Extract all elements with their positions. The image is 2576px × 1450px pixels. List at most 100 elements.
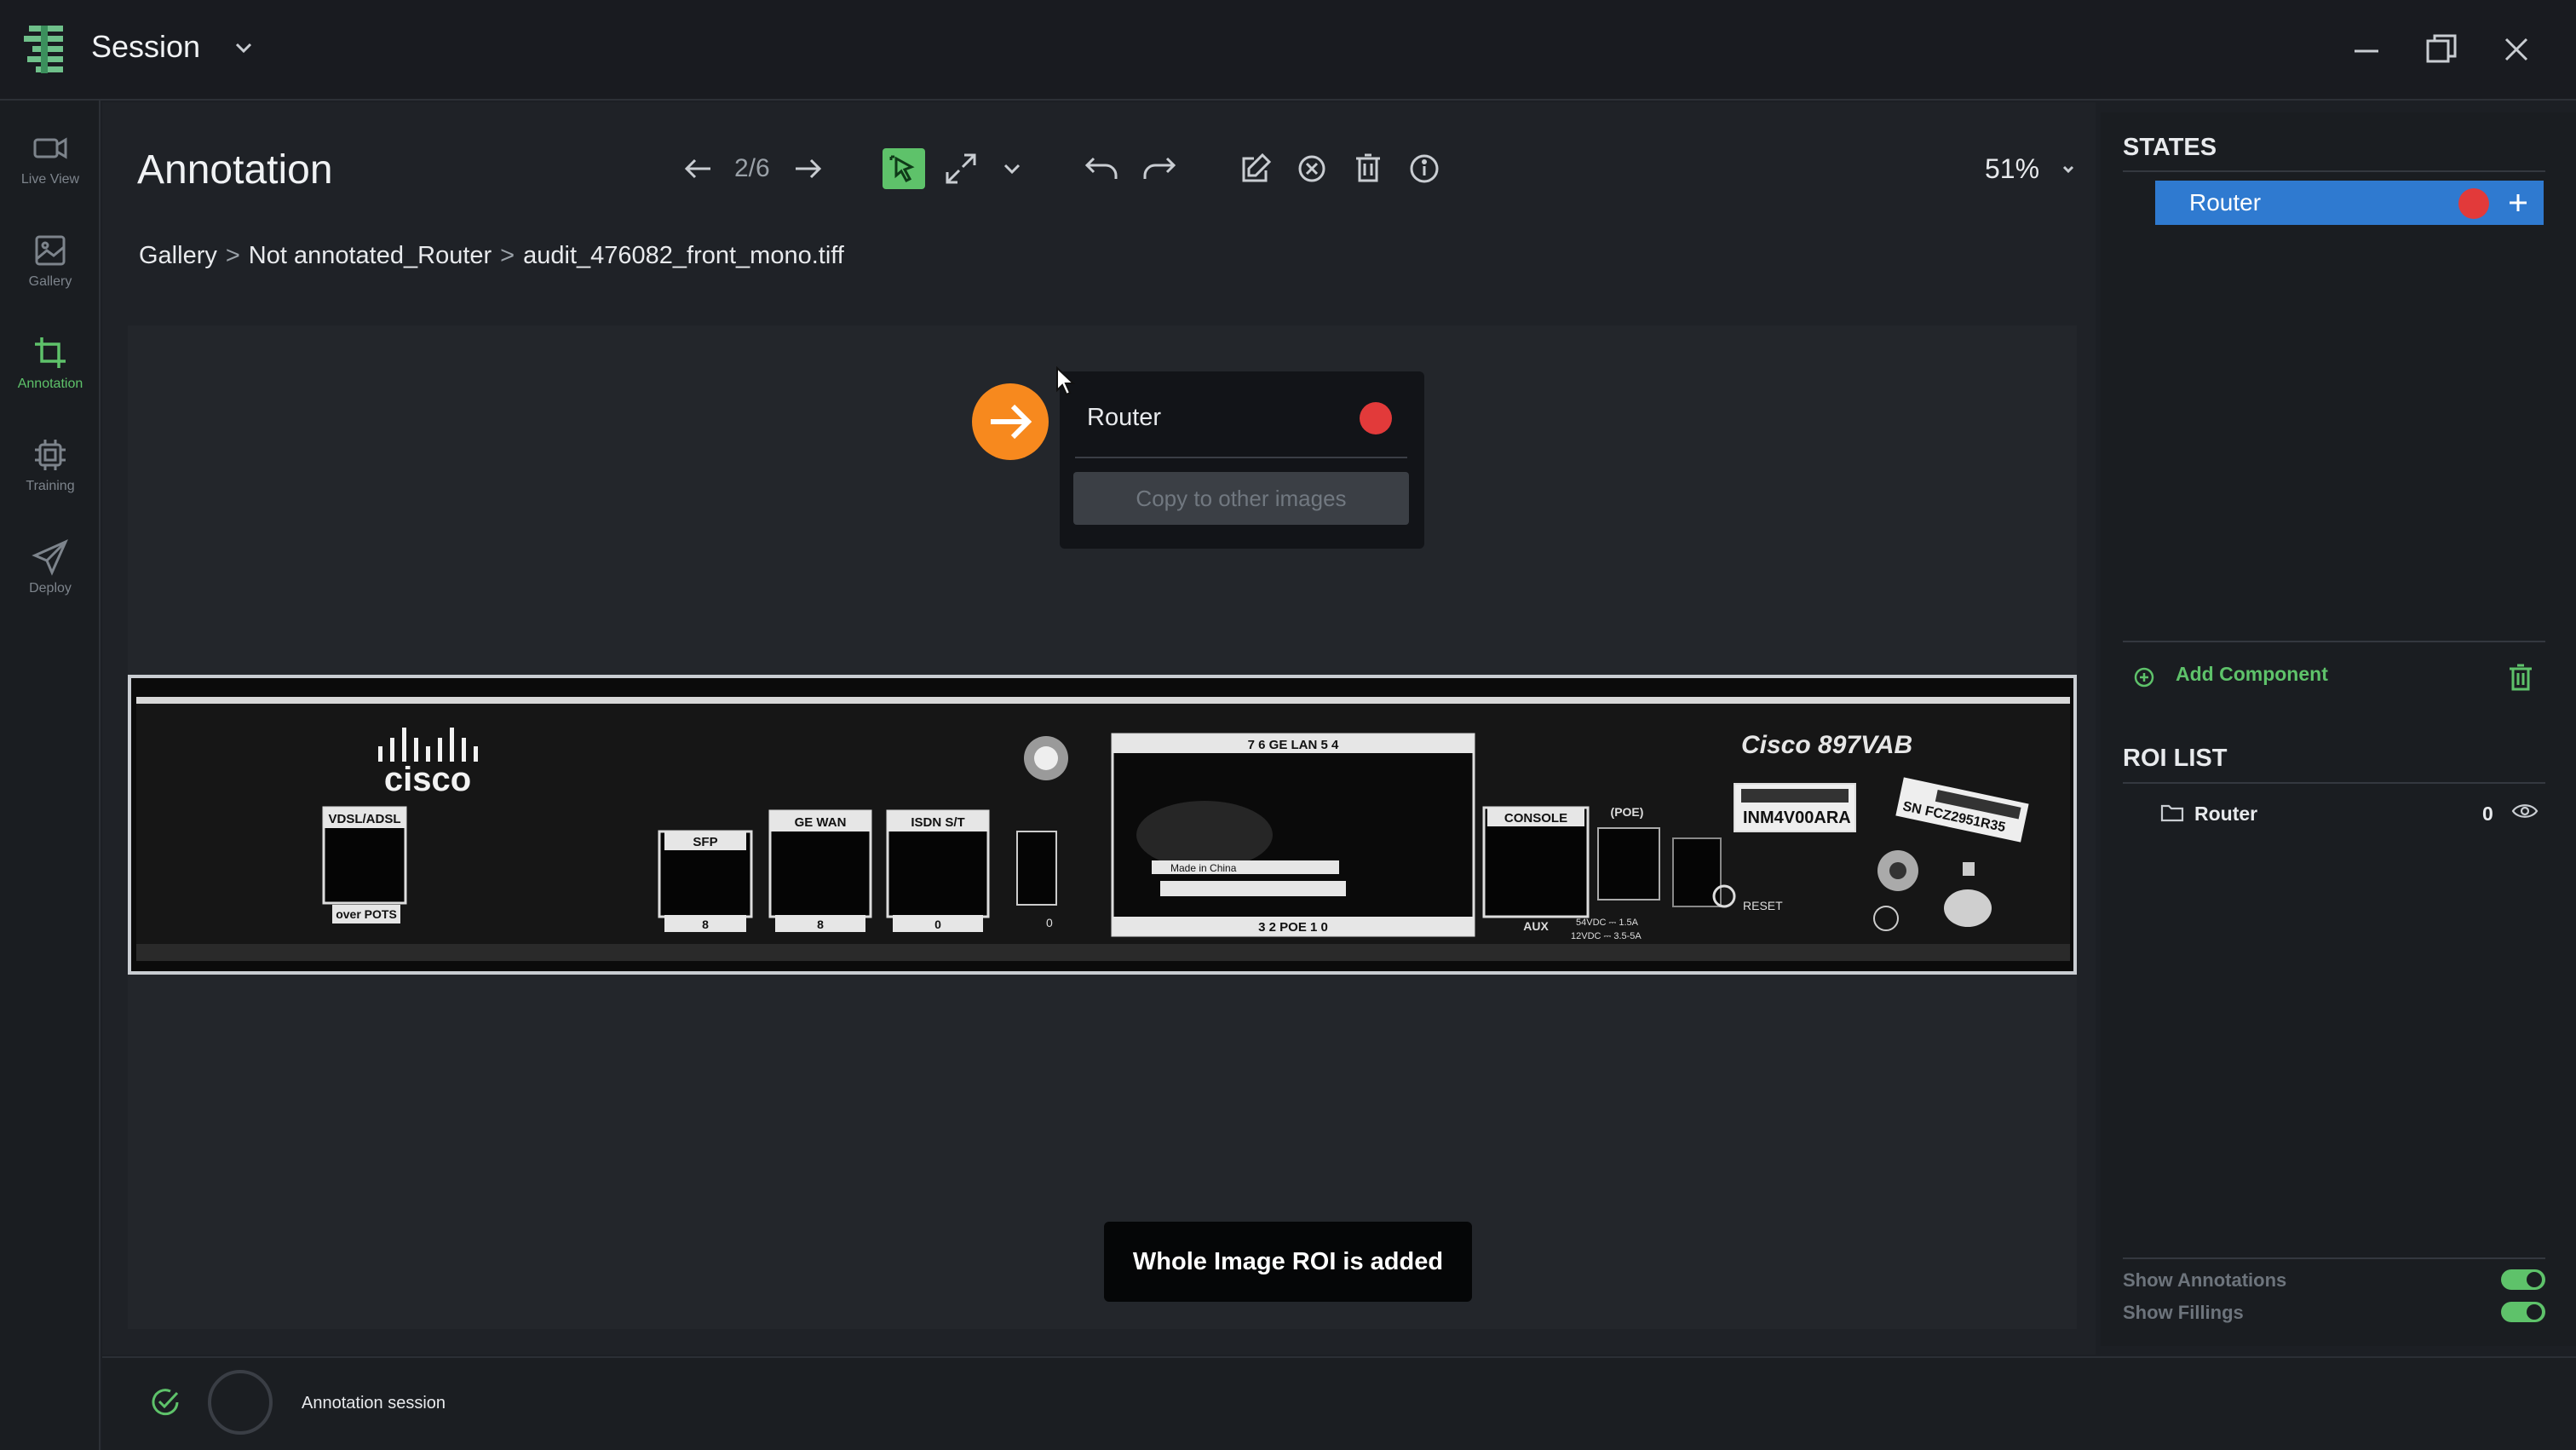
breadcrumb-separator: > <box>225 242 240 269</box>
check-circle-icon <box>152 1389 179 1416</box>
power-label: 12VDC ⎓ 3.5-5A <box>1571 931 1642 941</box>
router-front-panel: cisco Cisco 897VAB VDSL/ADSL over POTS S… <box>131 678 2073 971</box>
breadcrumb-file: audit_476082_front_mono.tiff <box>523 242 844 269</box>
video-camera-icon <box>33 137 67 159</box>
trash-icon[interactable] <box>1346 147 1390 191</box>
nav-item-gallery[interactable]: Gallery <box>0 220 101 314</box>
port-label: 7 6 GE LAN 5 4 <box>1248 738 1339 752</box>
toast-message: Whole Image ROI is added <box>1104 1222 1472 1302</box>
show-fillings-toggle[interactable] <box>2501 1302 2545 1322</box>
redo-icon[interactable] <box>1136 147 1181 191</box>
serial-label: INM4V00ARA <box>1743 808 1851 827</box>
divider <box>2123 170 2545 172</box>
roi-item-router[interactable]: Router <box>2194 803 2257 826</box>
crop-icon <box>35 337 66 368</box>
brand-text: cisco <box>384 761 471 798</box>
show-fillings-label: Show Fillings <box>2123 1302 2244 1323</box>
nav-item-training[interactable]: Training <box>0 424 101 518</box>
port-label: 8 <box>817 918 824 931</box>
router-image[interactable]: cisco Cisco 897VAB VDSL/ADSL over POTS S… <box>128 675 2077 975</box>
cursor-icon <box>889 155 915 182</box>
session-title[interactable]: Session <box>91 29 200 65</box>
zoom-level[interactable]: 51% <box>1985 153 2039 185</box>
add-component-button[interactable]: Add Component <box>2176 663 2328 686</box>
china-label: Made in China <box>1170 862 1237 874</box>
reset-label: RESET <box>1743 899 1783 912</box>
select-tool-button[interactable] <box>883 148 925 189</box>
breadcrumb-gallery[interactable]: Gallery <box>139 242 217 269</box>
expand-icon[interactable] <box>939 147 983 191</box>
restore-icon[interactable] <box>2421 29 2462 70</box>
state-color-dot[interactable] <box>2458 188 2489 219</box>
image-icon <box>35 235 66 266</box>
divider <box>2123 1257 2545 1259</box>
nav-label: Gallery <box>28 274 72 289</box>
port-label: over POTS <box>336 907 397 921</box>
clear-icon[interactable] <box>1290 147 1334 191</box>
close-icon[interactable] <box>2496 29 2537 70</box>
info-icon[interactable] <box>1402 147 1446 191</box>
nav-item-annotation[interactable]: Annotation <box>0 322 101 416</box>
minimize-icon[interactable] <box>2346 29 2387 70</box>
nav-label: Annotation <box>17 377 83 391</box>
add-circle-icon[interactable] <box>2133 666 2155 688</box>
nav-item-deploy[interactable]: Deploy <box>0 526 101 620</box>
mouse-cursor-icon <box>1056 366 1076 396</box>
breadcrumb-folder[interactable]: Not annotated_Router <box>249 242 492 269</box>
show-annotations-label: Show Annotations <box>2123 1269 2287 1291</box>
left-navigation: Live View Gallery Annotation Training De… <box>0 101 101 1450</box>
undo-icon[interactable] <box>1080 147 1124 191</box>
roi-list-title: ROI LIST <box>2123 745 2228 772</box>
plus-icon[interactable] <box>2503 187 2533 218</box>
send-icon <box>32 539 68 576</box>
popup-component-label: Router <box>1087 404 1162 431</box>
eye-icon[interactable] <box>2511 801 2539 821</box>
status-text: Annotation session <box>302 1394 446 1413</box>
progress-spinner <box>208 1370 273 1435</box>
page-counter: 2/6 <box>734 154 770 182</box>
nav-label: Deploy <box>29 581 72 596</box>
folder-icon <box>2160 804 2184 822</box>
port-label: 0 <box>1046 916 1053 929</box>
show-annotations-toggle[interactable] <box>2501 1269 2545 1290</box>
trash-icon[interactable] <box>2504 661 2537 693</box>
breadcrumb-separator: > <box>500 242 515 269</box>
power-label: 54VDC ⎓ 1.5A <box>1576 918 1639 928</box>
divider <box>2123 641 2545 642</box>
page-title: Annotation <box>137 147 333 193</box>
port-label: SFP <box>693 835 717 849</box>
port-label: CONSOLE <box>1504 811 1567 826</box>
next-annotation-button[interactable] <box>972 383 1049 460</box>
roi-count: 0 <box>2482 803 2493 825</box>
chip-icon <box>35 440 66 470</box>
chevron-down-icon[interactable] <box>990 147 1034 191</box>
divider <box>1075 457 1407 458</box>
nav-label: Training <box>26 479 75 493</box>
nav-item-live-view[interactable]: Live View <box>0 118 101 211</box>
previous-arrow-icon[interactable] <box>676 147 721 191</box>
port-label: AUX <box>1523 919 1549 933</box>
port-label: ISDN S/T <box>911 815 964 830</box>
nav-label: Live View <box>20 172 80 187</box>
breadcrumb: Gallery > Not annotated_Router > audit_47608… <box>139 242 844 270</box>
edit-icon[interactable] <box>1233 147 1278 191</box>
chevron-down-icon[interactable] <box>2060 160 2077 177</box>
state-label: Router <box>2189 189 2262 216</box>
chevron-down-icon[interactable] <box>232 39 256 56</box>
port-label: VDSL/ADSL <box>328 812 400 826</box>
title-bar: Session <box>0 0 2576 101</box>
status-bar <box>102 1356 2576 1450</box>
state-item-router[interactable]: Router <box>2155 181 2544 225</box>
component-color-dot[interactable] <box>1360 402 1392 434</box>
next-arrow-icon[interactable] <box>785 147 830 191</box>
port-label: 8 <box>702 918 709 931</box>
right-panel <box>2101 112 2576 1346</box>
port-label: (POE) <box>1611 805 1644 819</box>
component-popup: Router Copy to other images <box>1060 371 1424 549</box>
port-label: 0 <box>934 918 941 931</box>
model-text: Cisco 897VAB <box>1741 731 1912 759</box>
states-title: STATES <box>2123 134 2217 161</box>
divider <box>2123 782 2545 784</box>
copy-to-other-images-button[interactable]: Copy to other images <box>1073 472 1409 525</box>
port-label: GE WAN <box>795 815 847 830</box>
